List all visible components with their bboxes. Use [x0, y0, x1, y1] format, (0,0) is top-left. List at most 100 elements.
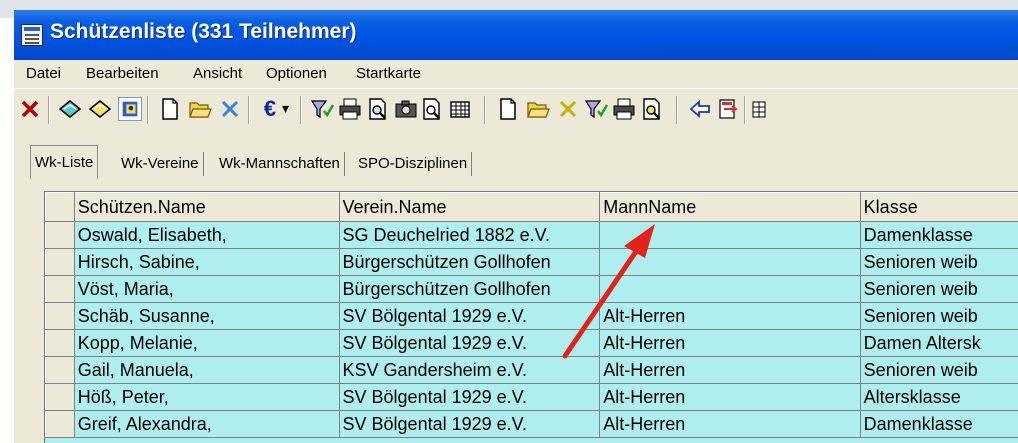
row-selector[interactable] [45, 329, 75, 357]
delete-icon[interactable] [556, 97, 580, 121]
cell-mannname[interactable] [599, 221, 861, 249]
menu-startkarte[interactable]: Startkarte [356, 65, 421, 82]
tab-strip: Wk-Liste Wk-Vereine Wk-Mannschaften SPO-… [14, 142, 1018, 179]
cell-verein-name[interactable]: KSV Gandersheim e.V. [338, 356, 601, 384]
table-row[interactable]: Kopp, Melanie, SV Bölgental 1929 e.V. Alt-… [45, 329, 1018, 357]
table-row[interactable]: Gail, Manuela, KSV Gandersheim e.V. Alt-He… [45, 356, 1018, 384]
cell-verein-name[interactable]: Bürgerschützen Gollhofen [338, 275, 601, 303]
euro-icon[interactable]: € [258, 97, 282, 121]
table-row[interactable]: Vöst, Maria, Bürgerschützen Gollhofen Seni… [45, 275, 1018, 303]
cell-klasse[interactable]: Damenklasse [859, 410, 1018, 438]
cell-klasse[interactable]: Senioren weib [859, 302, 1018, 330]
filter-icon[interactable] [310, 97, 334, 121]
chevron-down-icon[interactable]: ▾ [282, 97, 296, 121]
cell-klasse[interactable]: Senioren weib [859, 356, 1018, 384]
camera-icon[interactable] [394, 97, 418, 121]
title-bar[interactable]: Schützenliste (331 Teilnehmer) [14, 10, 1018, 60]
table-icon[interactable] [448, 97, 472, 121]
table-header-row: Schützen.Name Verein.Name MannName Klass… [45, 192, 1018, 222]
column-header-verein-name[interactable]: Verein.Name [338, 192, 601, 222]
close-icon[interactable] [18, 97, 42, 121]
row-selector-header[interactable] [45, 192, 75, 222]
open-folder-icon[interactable] [188, 97, 212, 121]
cell-mannname[interactable]: Alt-Herren [599, 356, 861, 384]
cell-mannname[interactable]: Alt-Herren [599, 302, 861, 330]
row-selector[interactable] [45, 356, 75, 384]
cell-schuetzen-name[interactable]: Oswald, Elisabeth, [73, 221, 340, 249]
print-preview-icon[interactable] [366, 97, 390, 121]
toolbar-separator [484, 96, 486, 124]
filter-icon[interactable] [584, 97, 608, 121]
cell-verein-name[interactable]: SV Bölgental 1929 e.V. [338, 410, 601, 438]
table-row[interactable]: Hirsch, Sabine, Bürgerschützen Gollhofen S… [45, 248, 1018, 276]
table-row[interactable]: Oswald, Elisabeth, SG Deuchelried 1882 e.… [45, 221, 1018, 249]
print-icon[interactable] [612, 97, 636, 121]
open-folder-icon[interactable] [526, 97, 550, 121]
cell-klasse[interactable]: Altersklasse [859, 383, 1018, 411]
row-selector[interactable] [45, 383, 75, 411]
cell-klasse[interactable]: Senioren weib [859, 248, 1018, 276]
cell-schuetzen-name[interactable]: Gail, Manuela, [73, 356, 340, 384]
menu-ansicht[interactable]: Ansicht [193, 65, 242, 82]
cell-mannname[interactable]: Alt-Herren [599, 383, 861, 411]
cell-verein-name[interactable]: SV Bölgental 1929 e.V. [338, 302, 601, 330]
toolbar-separator [676, 96, 678, 124]
menu-optionen[interactable]: Optionen [266, 65, 327, 82]
cell-klasse[interactable]: Senioren weib [859, 275, 1018, 303]
row-selector[interactable] [45, 248, 75, 276]
menu-datei[interactable]: Datei [26, 65, 61, 82]
page-preview-icon[interactable] [420, 97, 444, 121]
cell-mannname[interactable]: Alt-Herren [599, 410, 861, 438]
menu-bar: Datei Bearbeiten Ansicht Optionen Startk… [14, 60, 1018, 87]
address-book-icon[interactable] [118, 97, 142, 121]
cell-schuetzen-name[interactable]: Hirsch, Sabine, [73, 248, 340, 276]
row-selector[interactable] [45, 302, 75, 330]
cell-schuetzen-name[interactable]: Greif, Alexandra, [73, 410, 340, 438]
tab-wk-mannschaften[interactable]: Wk-Mannschaften [215, 152, 345, 176]
grid-icon[interactable] [752, 97, 766, 121]
tab-wk-vereine[interactable]: Wk-Vereine [117, 152, 204, 176]
cell-verein-name[interactable]: SV Bölgental 1929 e.V. [338, 383, 601, 411]
column-header-mannname[interactable]: MannName [599, 192, 861, 222]
new-document-icon[interactable] [158, 97, 182, 121]
delete-icon[interactable] [218, 97, 242, 121]
table-row[interactable]: Höß, Peter, SV Bölgental 1929 e.V. Alt-Her… [45, 383, 1018, 411]
toolbar-separator [147, 96, 149, 124]
book-open-icon[interactable] [58, 97, 82, 121]
toolbar-separator [48, 96, 50, 124]
cell-verein-name[interactable]: SV Bölgental 1929 e.V. [338, 329, 601, 357]
cell-verein-name[interactable]: SG Deuchelried 1882 e.V. [338, 221, 601, 249]
app-window-icon [21, 24, 43, 46]
arrow-left-icon[interactable] [688, 97, 712, 121]
exit-door-icon[interactable] [716, 97, 740, 121]
data-grid: Schützen.Name Verein.Name MannName Klass… [44, 191, 1018, 443]
column-header-klasse[interactable]: Klasse [859, 192, 1018, 222]
table-row[interactable]: Greif, Alexandra, SV Bölgental 1929 e.V. A… [45, 410, 1018, 438]
toolbar-separator [248, 96, 250, 124]
cell-schuetzen-name[interactable]: Höß, Peter, [73, 383, 340, 411]
row-selector[interactable] [45, 410, 75, 438]
toolbar-separator [300, 96, 302, 124]
cell-mannname[interactable]: Alt-Herren [599, 329, 861, 357]
cell-mannname[interactable] [599, 275, 861, 303]
tab-wk-liste[interactable]: Wk-Liste [30, 145, 99, 179]
toolbar-separator [744, 96, 746, 124]
column-header-schuetzen-name[interactable]: Schützen.Name [73, 192, 340, 222]
cell-schuetzen-name[interactable]: Schäb, Susanne, [73, 302, 340, 330]
cell-verein-name[interactable]: Bürgerschützen Gollhofen [338, 248, 601, 276]
book-closed-icon[interactable] [88, 97, 112, 121]
tab-spo-disziplinen[interactable]: SPO-Disziplinen [354, 152, 473, 176]
new-document-icon[interactable] [496, 97, 520, 121]
print-icon[interactable] [338, 97, 362, 121]
print-preview-icon[interactable] [640, 97, 664, 121]
cell-klasse[interactable]: Damen Altersk [859, 329, 1018, 357]
table-row[interactable]: Schäb, Susanne, SV Bölgental 1929 e.V. Alt… [45, 302, 1018, 330]
window-title: Schützenliste (331 Teilnehmer) [50, 20, 357, 43]
cell-schuetzen-name[interactable]: Vöst, Maria, [73, 275, 340, 303]
cell-mannname[interactable] [599, 248, 861, 276]
row-selector[interactable] [45, 221, 75, 249]
row-selector[interactable] [45, 275, 75, 303]
cell-klasse[interactable]: Damenklasse [859, 221, 1018, 249]
menu-bearbeiten[interactable]: Bearbeiten [86, 65, 159, 82]
cell-schuetzen-name[interactable]: Kopp, Melanie, [73, 329, 340, 357]
